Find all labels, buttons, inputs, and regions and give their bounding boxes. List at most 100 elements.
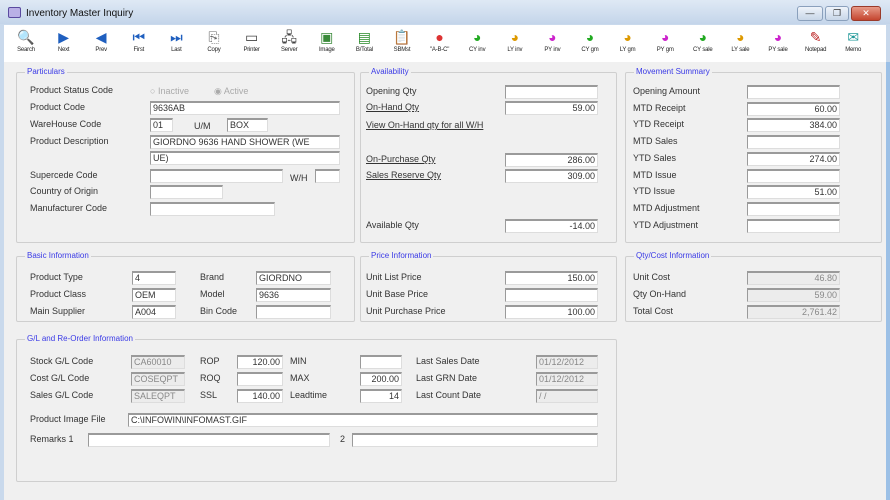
- unit-list-price-field[interactable]: 150.00: [505, 271, 598, 285]
- toolbar-button-next[interactable]: ▶ Next: [46, 27, 82, 61]
- toolbar-label: PY gm: [656, 47, 674, 53]
- field-label: Sales G/L Code: [30, 390, 94, 400]
- toolbar-label: CY gm: [581, 47, 599, 53]
- product-supplier-field[interactable]: A004: [132, 305, 176, 319]
- roq-field[interactable]: [237, 372, 283, 386]
- price-information-group-title: Price Information: [369, 251, 434, 260]
- product-description-line2[interactable]: UE): [150, 151, 340, 165]
- window-title: Inventory Master Inquiry: [26, 8, 134, 19]
- product-code-field[interactable]: 9636AB: [150, 101, 340, 115]
- product-image-file-field[interactable]: C:\INFOWIN\INFOMAST.GIF: [128, 413, 598, 427]
- sales-gl-code-field[interactable]: SALEQPT: [131, 389, 185, 403]
- on-purchase-qty-link[interactable]: On-Purchase Qty: [366, 154, 436, 164]
- unitcost-field[interactable]: 46.80: [747, 271, 840, 285]
- remarks-1-field[interactable]: [88, 433, 330, 447]
- lastsales-date-field[interactable]: 01/12/2012: [536, 355, 598, 369]
- movement-ytd-receipt-field[interactable]: 384.00: [747, 118, 840, 133]
- radio-active[interactable]: ◉ Active: [214, 86, 248, 97]
- toolbar-button-ly-gm[interactable]: ◕ LY gm: [610, 27, 646, 61]
- qty-field[interactable]: 59.00: [747, 288, 840, 302]
- toolbar-button-a-b-c[interactable]: ● "A-B-C": [422, 27, 458, 61]
- toolbar-button-printer[interactable]: ▭ Printer: [234, 27, 270, 61]
- product-class-field[interactable]: OEM: [132, 288, 176, 302]
- cost-gl-code-field[interactable]: COSEQPT: [131, 372, 185, 386]
- product-type-field[interactable]: 4: [132, 271, 176, 285]
- toolbar-button-sbmst[interactable]: 📋 SBMst: [384, 27, 420, 61]
- field-label: Product Description: [30, 136, 109, 146]
- uom-field[interactable]: BOX: [227, 118, 268, 132]
- field-label: MTD Adjustment: [633, 202, 700, 213]
- movement-ytd-sales-field[interactable]: 274.00: [747, 151, 840, 166]
- brand-field[interactable]: GIORDNO: [256, 271, 331, 285]
- toolbar-button-first[interactable]: ⏮ First: [121, 27, 157, 61]
- toolbar-button-copy[interactable]: ⎘ Copy: [196, 27, 232, 61]
- lead-field[interactable]: 14: [360, 389, 402, 403]
- scrollbar[interactable]: [886, 62, 890, 500]
- manufacturer-code-field[interactable]: [150, 202, 275, 216]
- movement-ytd-issue-field[interactable]: 51.00: [747, 185, 840, 200]
- stock-gl-code-field[interactable]: CA60010: [131, 355, 185, 369]
- movement-mtd-receipt-field[interactable]: 60.00: [747, 101, 840, 116]
- product-description-line1[interactable]: GIORDNO 9636 HAND SHOWER (WE: [150, 135, 340, 149]
- toolbar-button-notepad[interactable]: ✎ Notepad: [798, 27, 834, 61]
- toolbar-button-memo[interactable]: ✉ Memo: [835, 27, 871, 61]
- remarks-2-field[interactable]: [352, 433, 598, 447]
- basic-information-group-title: Basic Information: [25, 251, 91, 260]
- toolbar-button-image[interactable]: ▣ Image: [309, 27, 345, 61]
- field-label: MTD Issue: [633, 169, 677, 180]
- radio-inactive[interactable]: ○ Inactive: [150, 86, 189, 96]
- field-label: Model: [200, 289, 225, 299]
- toolbar-button-py-sale[interactable]: ◕ PY sale: [760, 27, 796, 61]
- toolbar-button-py-gm[interactable]: ◕ PY gm: [647, 27, 683, 61]
- toolbar-button-b-total[interactable]: ▤ B/Total: [346, 27, 382, 61]
- bin-field[interactable]: [256, 305, 331, 319]
- toolbar-button-ly-inv[interactable]: ◕ LY inv: [497, 27, 533, 61]
- opening-qty-field[interactable]: [505, 85, 598, 99]
- rop-field[interactable]: 120.00: [237, 355, 283, 369]
- py-inv-icon: ◕: [548, 29, 557, 45]
- ssl-field[interactable]: 140.00: [237, 389, 283, 403]
- on-hand-qty-link[interactable]: On-Hand Qty: [366, 102, 419, 112]
- toolbar-button-last[interactable]: ⏭ Last: [158, 27, 194, 61]
- min-field[interactable]: [360, 355, 402, 369]
- on-purchase-qty-field[interactable]: 286.00: [505, 153, 598, 167]
- lastgrn-date-field[interactable]: 01/12/2012: [536, 372, 598, 386]
- movement-opening-amount-field[interactable]: [747, 85, 840, 99]
- supercede-wh-field[interactable]: [315, 169, 340, 183]
- supercede-code-field[interactable]: [150, 169, 283, 183]
- restore-button[interactable]: ❐: [825, 6, 849, 21]
- lastcount-date-field[interactable]: / /: [536, 389, 598, 403]
- sales-reserve-qty-link[interactable]: Sales Reserve Qty: [366, 170, 441, 180]
- toolbar-button-ly-sale[interactable]: ◕ LY sale: [722, 27, 758, 61]
- toolbar-button-cy-inv[interactable]: ◕ CY inv: [459, 27, 495, 61]
- toolbar-button-server[interactable]: 🖧 Server: [271, 27, 307, 61]
- total-field[interactable]: 2,761.42: [747, 305, 840, 319]
- field-label: Leadtime: [290, 390, 328, 400]
- max-field[interactable]: 200.00: [360, 372, 402, 386]
- movement-ytd-adjustment-field[interactable]: [747, 218, 840, 233]
- warehouse-code-field[interactable]: 01: [150, 118, 173, 132]
- movement-mtd-issue-field[interactable]: [747, 168, 840, 183]
- unit-base-price-field[interactable]: [505, 288, 598, 302]
- toolbar-button-prev[interactable]: ◀ Prev: [83, 27, 119, 61]
- model-field[interactable]: 9636: [256, 288, 331, 302]
- available-qty-field[interactable]: -14.00: [505, 219, 598, 233]
- toolbar-button-py-inv[interactable]: ◕ PY inv: [534, 27, 570, 61]
- on-hand-qty-field[interactable]: 59.00: [505, 101, 598, 115]
- close-button[interactable]: ✕: [851, 6, 881, 21]
- country-of-origin-field[interactable]: [150, 185, 223, 199]
- field-label: MAX: [290, 373, 310, 383]
- view-on-hand-all-wh-link[interactable]: View On-Hand qty for all W/H: [366, 120, 483, 130]
- sales-reserve-qty-field[interactable]: 309.00: [505, 169, 598, 183]
- field-label: Opening Amount: [633, 86, 701, 96]
- minimize-button[interactable]: —: [797, 6, 823, 21]
- unit-purchase-price-field[interactable]: 100.00: [505, 305, 598, 319]
- movement-mtd-sales-field[interactable]: [747, 135, 840, 150]
- field-label: YTD Receipt: [633, 119, 685, 130]
- movement-mtd-adjustment-field[interactable]: [747, 201, 840, 216]
- toolbar-button-search[interactable]: 🔍 Search: [8, 27, 44, 61]
- toolbar-label: Search: [17, 47, 35, 53]
- toolbar-button-cy-sale[interactable]: ◕ CY sale: [685, 27, 721, 61]
- gl-reorder-group-title: G/L and Re-Order Information: [25, 334, 135, 343]
- toolbar-button-cy-gm[interactable]: ◕ CY gm: [572, 27, 608, 61]
